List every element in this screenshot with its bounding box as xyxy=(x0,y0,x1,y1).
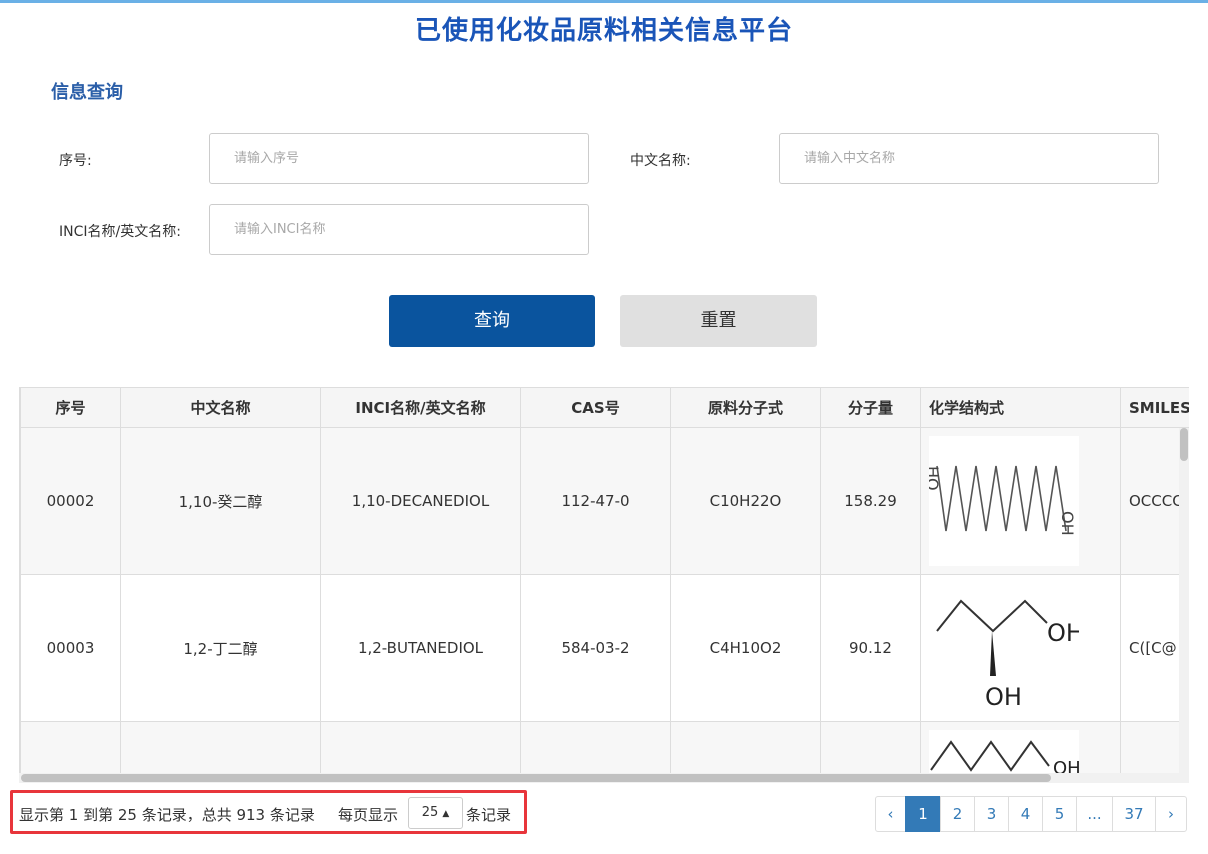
results-table: 序号 中文名称 INCI名称/英文名称 CAS号 原料分子式 分子量 化学结构式… xyxy=(20,387,1189,775)
cn-name-input[interactable] xyxy=(779,133,1159,184)
page-button-37[interactable]: 37 xyxy=(1112,796,1156,832)
column-header-cn-name[interactable]: 中文名称 xyxy=(120,387,321,428)
cell-inci xyxy=(320,721,521,775)
per-page-value: 25 xyxy=(421,805,439,820)
page-button-1[interactable]: 1 xyxy=(905,796,941,832)
cell-structure: OH OH xyxy=(920,574,1121,722)
inci-input[interactable] xyxy=(209,204,589,255)
cell-formula: C10H22O xyxy=(670,427,821,575)
svg-text:OH: OH xyxy=(985,683,1022,711)
table-row[interactable]: 00002 1,10-癸二醇 1,10-DECANEDIOL 112-47-0 … xyxy=(20,427,1189,575)
cell-cas: 112-47-0 xyxy=(520,427,671,575)
column-header-inci[interactable]: INCI名称/英文名称 xyxy=(320,387,521,428)
serial-label: 序号: xyxy=(59,153,92,169)
column-header-serial[interactable]: 序号 xyxy=(20,387,121,428)
cell-cas xyxy=(520,721,671,775)
column-header-structure[interactable]: 化学结构式 xyxy=(920,387,1121,428)
column-header-mw[interactable]: 分子量 xyxy=(820,387,921,428)
butanediol-structure-image: OH OH xyxy=(929,580,1079,716)
results-table-container[interactable]: 序号 中文名称 INCI名称/英文名称 CAS号 原料分子式 分子量 化学结构式… xyxy=(19,387,1189,775)
query-button[interactable]: 查询 xyxy=(389,295,595,347)
next-page-button[interactable]: › xyxy=(1155,796,1187,832)
section-title-info-query: 信息查询 xyxy=(51,82,123,103)
cell-inci: 1,2-BUTANEDIOL xyxy=(320,574,521,722)
per-page-select[interactable]: 25 ▲ xyxy=(408,797,463,829)
column-header-smiles[interactable]: SMILES xyxy=(1120,387,1189,428)
prev-page-button[interactable]: ‹ xyxy=(875,796,906,832)
column-header-formula[interactable]: 原料分子式 xyxy=(670,387,821,428)
cell-cas: 584-03-2 xyxy=(520,574,671,722)
cell-formula: C4H10O2 xyxy=(670,574,821,722)
table-row[interactable]: 00003 1,2-丁二醇 1,2-BUTANEDIOL 584-03-2 C4… xyxy=(20,574,1189,722)
svg-text:OH: OH xyxy=(1047,619,1079,647)
cell-structure: OH xyxy=(920,721,1121,775)
per-page-label: 每页显示 xyxy=(338,806,399,824)
pagination: ‹ 1 2 3 4 5 ... 37 › xyxy=(875,796,1187,832)
table-row[interactable]: OH xyxy=(20,721,1189,775)
inci-label: INCI名称/英文名称: xyxy=(59,224,181,240)
cell-cn-name: 1,2-丁二醇 xyxy=(120,574,321,722)
page-ellipsis: ... xyxy=(1076,796,1113,832)
hexanediol-structure-image: OH xyxy=(929,730,1079,775)
cell-mw xyxy=(820,721,921,775)
caret-up-icon: ▲ xyxy=(442,809,450,819)
table-horizontal-scrollbar[interactable] xyxy=(19,773,1189,783)
cell-formula xyxy=(670,721,821,775)
cell-serial: 00003 xyxy=(20,574,121,722)
svg-text:HO: HO xyxy=(929,466,942,491)
table-header-row: 序号 中文名称 INCI名称/英文名称 CAS号 原料分子式 分子量 化学结构式… xyxy=(20,387,1189,428)
cell-serial xyxy=(20,721,121,775)
cn-name-label: 中文名称: xyxy=(630,153,691,169)
serial-input[interactable] xyxy=(209,133,589,184)
cell-inci: 1,10-DECANEDIOL xyxy=(320,427,521,575)
decanediol-structure-image: HO OH xyxy=(929,436,1079,566)
svg-text:OH: OH xyxy=(1058,511,1077,536)
per-page-suffix: 条记录 xyxy=(466,806,512,824)
page-button-2[interactable]: 2 xyxy=(940,796,975,832)
pagination-info-box: 显示第 1 到第 25 条记录，总共 913 条记录 每页显示 25 ▲ 条记录 xyxy=(10,790,527,834)
cell-cn-name xyxy=(120,721,321,775)
cell-structure: HO OH xyxy=(920,427,1121,575)
page-title: 已使用化妆品原料相关信息平台 xyxy=(414,16,793,46)
cell-serial: 00002 xyxy=(20,427,121,575)
horizontal-scrollbar-thumb[interactable] xyxy=(21,774,1051,782)
column-header-cas[interactable]: CAS号 xyxy=(520,387,671,428)
cell-cn-name: 1,10-癸二醇 xyxy=(120,427,321,575)
page-button-4[interactable]: 4 xyxy=(1008,796,1043,832)
page-button-5[interactable]: 5 xyxy=(1042,796,1077,832)
cell-mw: 158.29 xyxy=(820,427,921,575)
cell-mw: 90.12 xyxy=(820,574,921,722)
page-button-3[interactable]: 3 xyxy=(974,796,1009,832)
record-count-text: 显示第 1 到第 25 条记录，总共 913 条记录 xyxy=(19,806,315,824)
table-vertical-scrollbar[interactable] xyxy=(1179,428,1189,773)
vertical-scrollbar-thumb[interactable] xyxy=(1180,428,1188,461)
reset-button[interactable]: 重置 xyxy=(620,295,817,347)
